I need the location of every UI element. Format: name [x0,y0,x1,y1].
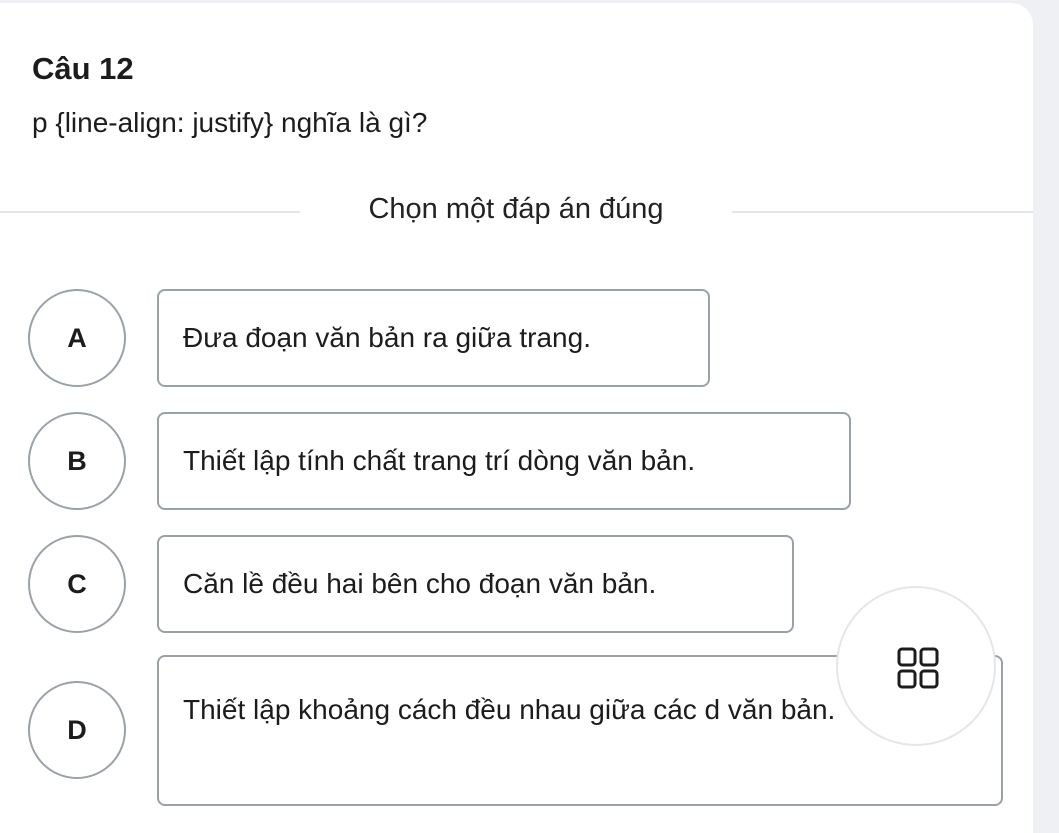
question-text: p {line-align: justify} nghĩa là gì? [32,107,428,138]
divider-right [732,211,1033,213]
option-c-answer-button[interactable]: Căn lề đều hai bên cho đoạn văn bản. [157,535,794,633]
option-b-text: Thiết lập tính chất trang trí dòng văn b… [183,445,696,476]
option-a-answer-button[interactable]: Đưa đoạn văn bản ra giữa trang. [157,289,710,387]
option-b-answer-button[interactable]: Thiết lập tính chất trang trí dòng văn b… [157,412,851,510]
option-c-text: Căn lề đều hai bên cho đoạn văn bản. [183,568,657,599]
grid-icon [897,647,939,689]
option-a-letter-button[interactable]: A [28,289,126,387]
option-a-text: Đưa đoạn văn bản ra giữa trang. [183,322,591,353]
divider-left [0,211,300,213]
question-number: Câu 12 [32,51,134,86]
answer-instruction: Chọn một đáp án đúng [368,193,664,225]
question-card: Câu 12 p {line-align: justify} nghĩa là … [0,3,1033,833]
option-c-letter-button[interactable]: C [28,535,126,633]
option-d-letter-button[interactable]: D [28,681,126,779]
question-grid-button[interactable] [836,586,996,746]
option-b-letter-button[interactable]: B [28,412,126,510]
option-d-text: Thiết lập khoảng cách đều nhau giữa các … [183,694,836,725]
